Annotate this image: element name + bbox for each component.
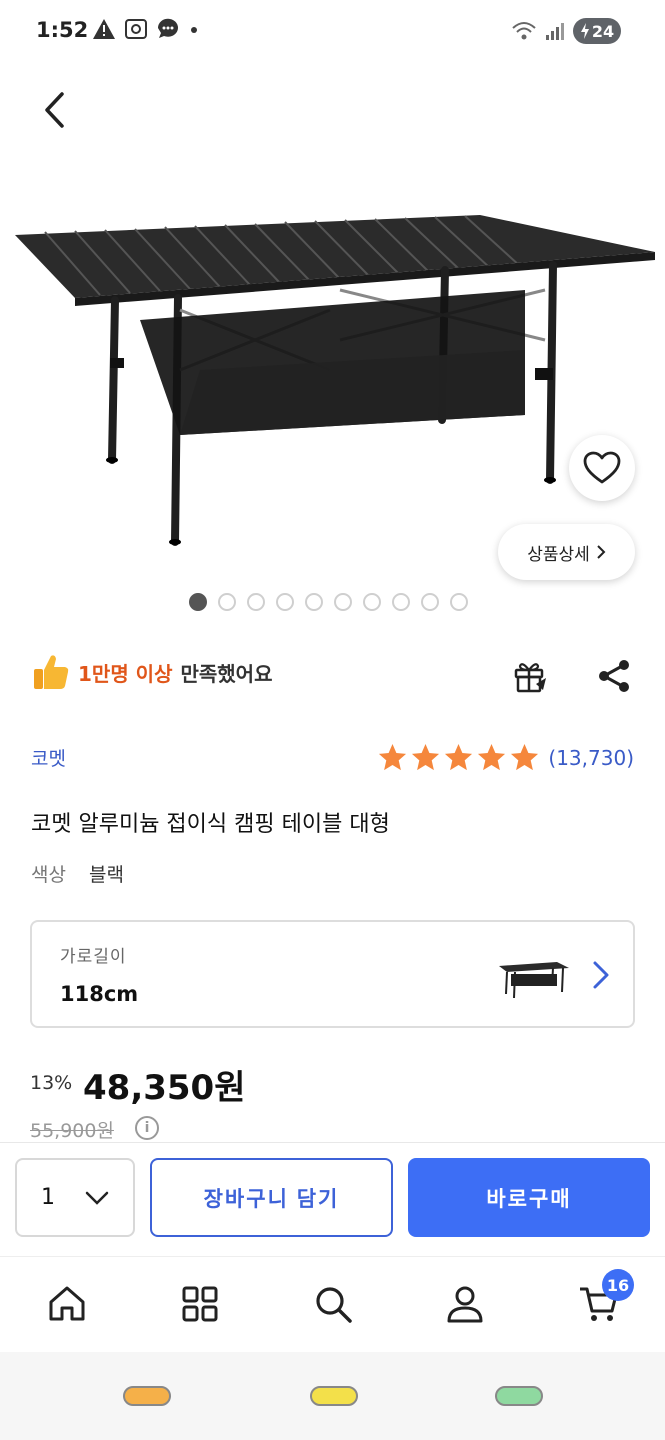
product-image[interactable] [0, 180, 665, 580]
star-icon [412, 743, 440, 771]
nav-category[interactable] [175, 1279, 225, 1329]
pagination-dot[interactable] [334, 593, 352, 611]
nav-home[interactable] [42, 1279, 92, 1329]
cart-count-badge: 16 [602, 1269, 634, 1301]
message-icon [157, 18, 178, 38]
system-back-button[interactable] [123, 1386, 171, 1406]
original-price: 55,900원 [30, 1120, 114, 1142]
share-icon [599, 660, 629, 692]
color-label: 색상 [31, 864, 66, 886]
screenshot-icon [125, 19, 147, 39]
status-time: 1:52 [36, 18, 89, 42]
dot-icon [191, 27, 197, 33]
star-icon [379, 743, 407, 771]
pagination-dot[interactable] [363, 593, 381, 611]
wishlist-button[interactable] [569, 435, 635, 501]
satisfaction-banner: 1만명 이상 만족했어요 [32, 652, 272, 692]
chevron-right-icon [597, 545, 606, 559]
system-home-button[interactable] [310, 1386, 358, 1406]
satisfaction-highlight: 1만명 이상 [78, 661, 173, 686]
battery-level: 24 [591, 21, 615, 41]
image-pagination [189, 593, 468, 611]
nav-search[interactable] [308, 1279, 358, 1329]
pagination-dot[interactable] [276, 593, 294, 611]
battery-indicator: 24 [573, 18, 621, 44]
pagination-dot[interactable] [421, 593, 439, 611]
pagination-dot[interactable] [218, 593, 236, 611]
charging-icon [580, 23, 589, 39]
chevron-down-icon [85, 1191, 109, 1205]
info-icon[interactable]: i [135, 1116, 159, 1140]
chevron-left-icon [45, 92, 64, 128]
detail-button-label: 상품상세 [527, 544, 590, 565]
option-thumbnail [499, 962, 569, 999]
wifi-icon [512, 22, 536, 40]
gift-icon [514, 663, 546, 693]
satisfaction-text: 만족했어요 [180, 661, 273, 686]
quantity-select[interactable]: 1 [15, 1158, 135, 1237]
gift-button[interactable] [510, 656, 550, 696]
product-detail-button[interactable]: 상품상세 [498, 524, 635, 580]
pagination-dot[interactable] [305, 593, 323, 611]
signal-icon [546, 23, 564, 40]
option-label: 가로길이 [60, 947, 127, 967]
star-icon [478, 743, 506, 771]
thumbs-up-icon [34, 655, 69, 689]
bottom-nav: 16 [0, 1256, 665, 1352]
search-icon [316, 1287, 352, 1323]
category-icon [182, 1286, 218, 1322]
system-icons: 24 [511, 18, 621, 44]
home-icon [49, 1286, 85, 1321]
heart-icon [583, 451, 621, 484]
pagination-dot[interactable] [189, 593, 207, 611]
brand-link[interactable]: 코멧 [31, 744, 66, 771]
review-count[interactable]: (13,730) [548, 746, 634, 770]
sale-price: 48,350원 [83, 1068, 246, 1108]
status-bar: 1:52 24 [0, 0, 665, 64]
nav-my-page[interactable] [440, 1279, 490, 1329]
option-selector[interactable]: 가로길이 118cm [30, 920, 635, 1028]
system-recents-button[interactable] [495, 1386, 543, 1406]
purchase-bar: 1 장바구니 담기 바로구매 [0, 1142, 665, 1254]
product-title: 코멧 알루미늄 접이식 캠핑 테이블 대형 [31, 812, 390, 837]
pagination-dot[interactable] [247, 593, 265, 611]
option-value: 118cm [60, 982, 139, 1006]
quantity-value: 1 [41, 1185, 55, 1210]
user-icon [447, 1286, 483, 1323]
rating[interactable]: (13,730) [377, 742, 634, 773]
pagination-dot[interactable] [450, 593, 468, 611]
star-icon [511, 743, 539, 771]
share-button[interactable] [594, 656, 634, 696]
nav-cart[interactable]: 16 [574, 1269, 634, 1329]
back-button[interactable] [34, 88, 74, 132]
star-icon [445, 743, 473, 771]
color-value: 블랙 [89, 864, 124, 886]
warning-icon [93, 19, 115, 39]
chevron-right-icon [593, 961, 609, 989]
pagination-dot[interactable] [392, 593, 410, 611]
system-navigation [0, 1352, 665, 1440]
add-to-cart-button[interactable]: 장바구니 담기 [150, 1158, 393, 1237]
notification-icons [92, 18, 200, 40]
buy-now-button[interactable]: 바로구매 [408, 1158, 650, 1237]
discount-rate: 13% [30, 1072, 73, 1094]
